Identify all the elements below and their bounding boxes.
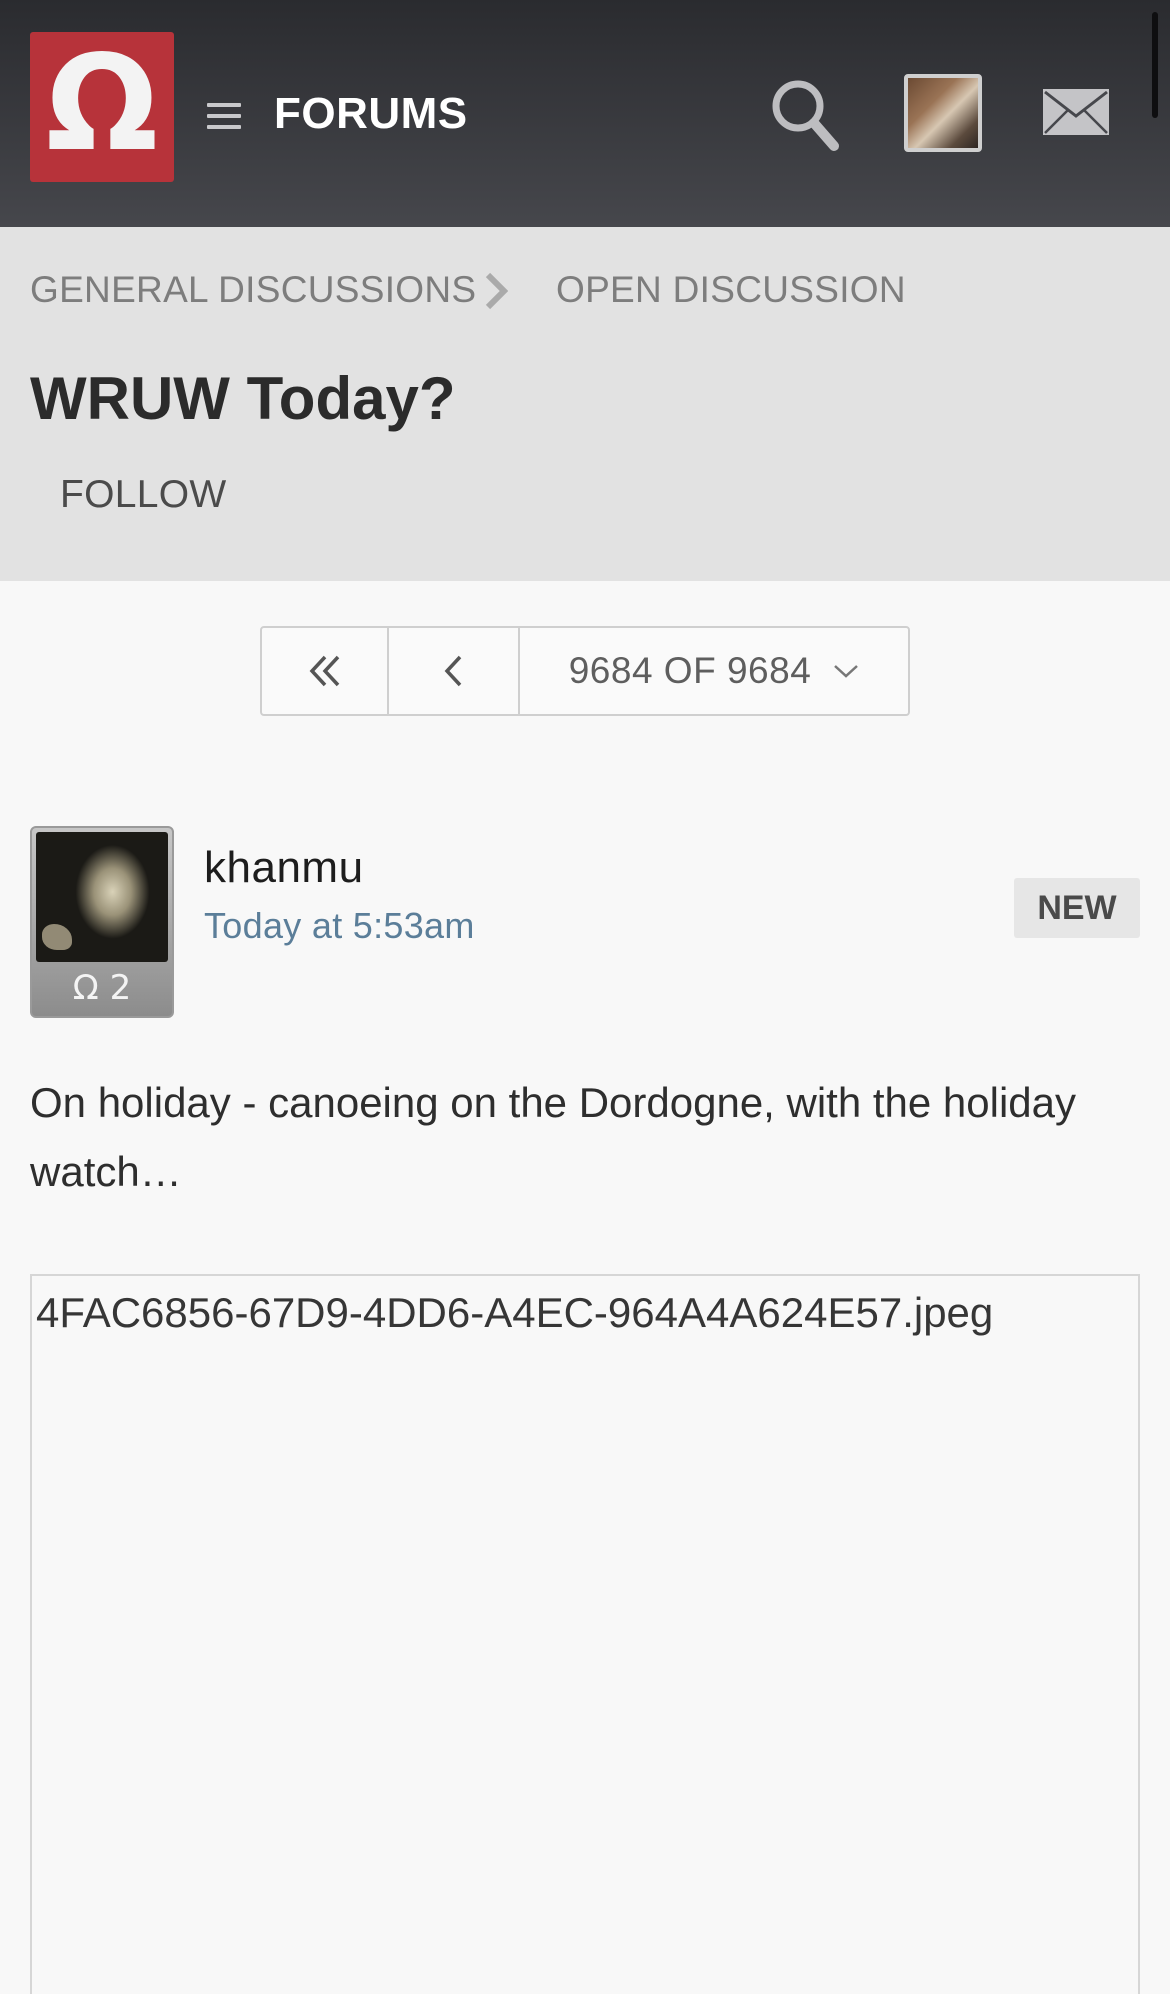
post-author-name[interactable]: khanmu [204, 842, 364, 894]
scrollbar[interactable] [1152, 12, 1158, 118]
search-icon[interactable] [768, 76, 840, 152]
post-body-text: On holiday - canoeing on the Dordogne, w… [30, 1079, 1077, 1195]
image-attachment[interactable]: 4FAC6856-67D9-4DD6-A4EC-964A4A624E57.jpe… [30, 1274, 1140, 1994]
thread-header: GENERAL DISCUSSIONS OPEN DISCUSSION WRUW… [0, 227, 1170, 581]
page-indicator: 9684 OF 9684 [568, 650, 812, 691]
chevron-down-icon [834, 665, 859, 678]
chevron-right-icon [485, 272, 508, 310]
forums-link[interactable]: FORUMS [274, 88, 468, 140]
rank-badge: Ω 2 [72, 968, 132, 1008]
breadcrumb-open-discussion[interactable]: OPEN DISCUSSION [556, 267, 906, 313]
mail-icon[interactable] [1042, 88, 1110, 136]
hamburger-menu-icon[interactable] [207, 103, 241, 129]
post-timestamp[interactable]: Today at 5:53am [204, 904, 475, 948]
page-select-dropdown[interactable]: 9684 OF 9684 [520, 628, 908, 714]
new-badge: NEW [1014, 878, 1140, 938]
user-avatar[interactable] [904, 74, 982, 152]
double-chevron-left-icon [309, 655, 339, 687]
first-page-button[interactable] [262, 628, 389, 714]
attachment-filename: 4FAC6856-67D9-4DD6-A4EC-964A4A624E57.jpe… [36, 1289, 994, 1336]
post-author-avatar[interactable]: Ω 2 [30, 826, 174, 1018]
follow-button[interactable]: FOLLOW [60, 471, 226, 519]
page-title: WRUW Today? [30, 365, 456, 432]
omega-logo-icon: Ω [45, 27, 159, 181]
site-logo[interactable]: Ω [30, 32, 174, 182]
previous-page-button[interactable] [389, 628, 520, 714]
chevron-left-icon [444, 655, 461, 687]
top-nav-bar: Ω FORUMS [0, 0, 1170, 227]
breadcrumb-general-discussions[interactable]: GENERAL DISCUSSIONS [30, 267, 476, 313]
avatar-image [36, 832, 168, 962]
pagination: 9684 OF 9684 [260, 626, 910, 716]
